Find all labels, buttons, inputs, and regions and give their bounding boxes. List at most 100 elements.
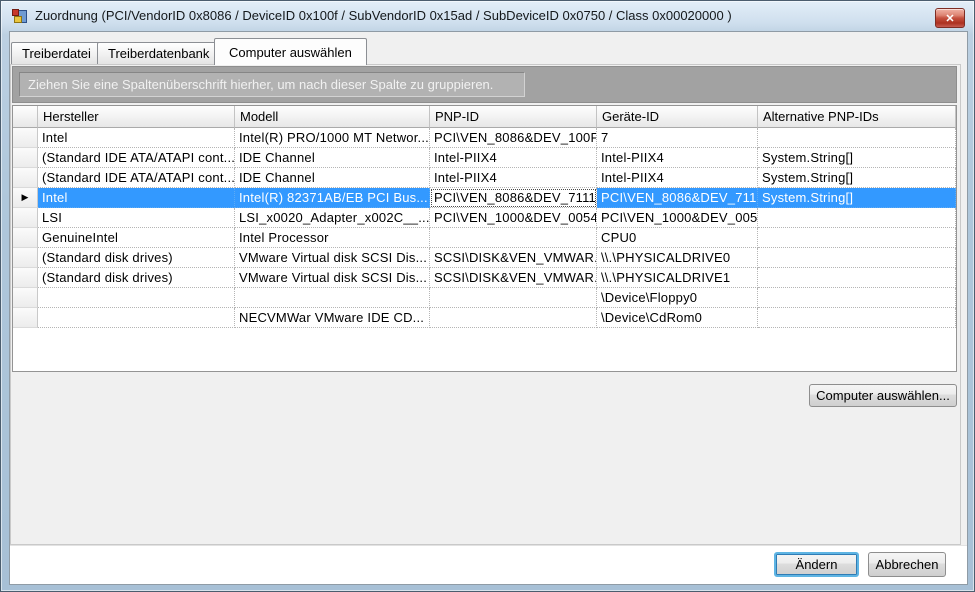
row-header-cell[interactable] (13, 208, 38, 228)
grid-cell[interactable]: Intel(R) PRO/1000 MT Networ... (235, 128, 430, 148)
grid-cell[interactable]: LSI (38, 208, 235, 228)
column-header-hersteller[interactable]: Hersteller (38, 106, 235, 128)
grid-cell[interactable]: GenuineIntel (38, 228, 235, 248)
grid-cell[interactable]: 7 (597, 128, 758, 148)
grid-cell[interactable] (38, 288, 235, 308)
row-header-cell[interactable] (13, 268, 38, 288)
grid-cell[interactable]: System.String[] (758, 188, 956, 208)
grid-cell[interactable] (38, 308, 235, 328)
row-header-cell[interactable] (13, 148, 38, 168)
grid-cell[interactable]: (Standard disk drives) (38, 248, 235, 268)
grid-cell[interactable]: VMware Virtual disk SCSI Dis... (235, 268, 430, 288)
dialog-client-area: Treiberdatei Treiberdatenbank Computer a… (9, 31, 968, 585)
grid-cell[interactable] (430, 308, 597, 328)
grid-cell[interactable]: PCI\VEN_1000&DEV_0054... (430, 208, 597, 228)
table-row[interactable]: (Standard disk drives)VMware Virtual dis… (13, 268, 956, 288)
mapping-dialog: Zuordnung (PCI/VendorID 0x8086 / DeviceI… (0, 0, 975, 592)
table-row[interactable]: (Standard disk drives)VMware Virtual dis… (13, 248, 956, 268)
title-bar[interactable]: Zuordnung (PCI/VendorID 0x8086 / DeviceI… (1, 1, 974, 31)
grid-cell[interactable]: (Standard disk drives) (38, 268, 235, 288)
grid-cell[interactable] (758, 248, 956, 268)
column-header-geraete-id[interactable]: Geräte-ID (597, 106, 758, 128)
table-row[interactable]: LSILSI_x0020_Adapter_x002C__...PCI\VEN_1… (13, 208, 956, 228)
grid-cell[interactable]: \Device\CdRom0 (597, 308, 758, 328)
grid-cell[interactable]: Intel Processor (235, 228, 430, 248)
window-title: Zuordnung (PCI/VendorID 0x8086 / DeviceI… (35, 8, 732, 23)
grid-cell[interactable]: \\.\PHYSICALDRIVE1 (597, 268, 758, 288)
column-header-modell[interactable]: Modell (235, 106, 430, 128)
grid-cell[interactable] (758, 308, 956, 328)
grid-cell[interactable]: Intel-PIIX4 (430, 168, 597, 188)
grid-cell[interactable] (758, 268, 956, 288)
grid-cell[interactable] (430, 288, 597, 308)
grid-cell[interactable]: IDE Channel (235, 168, 430, 188)
grid-cell[interactable]: Intel (38, 128, 235, 148)
grid-cell[interactable]: \\.\PHYSICALDRIVE0 (597, 248, 758, 268)
grid-cell[interactable]: System.String[] (758, 148, 956, 168)
app-icon (12, 8, 28, 24)
grid-cell[interactable] (758, 208, 956, 228)
grid-cell[interactable]: Intel (38, 188, 235, 208)
grid-cell[interactable] (430, 228, 597, 248)
grid-cell[interactable]: IDE Channel (235, 148, 430, 168)
column-header-pnp-id[interactable]: PNP-ID (430, 106, 597, 128)
device-grid[interactable]: Hersteller Modell PNP-ID Geräte-ID Alter… (12, 105, 957, 372)
table-row[interactable]: IntelIntel(R) PRO/1000 MT Networ...PCI\V… (13, 128, 956, 148)
table-row[interactable]: ▶IntelIntel(R) 82371AB/EB PCI Bus...PCI\… (13, 188, 956, 208)
grid-cell[interactable]: VMware Virtual disk SCSI Dis... (235, 248, 430, 268)
select-computer-button[interactable]: Computer auswählen... (809, 384, 957, 407)
tab-treiberdatenbank[interactable]: Treiberdatenbank (97, 42, 220, 64)
grid-cell[interactable]: NECVMWar VMware IDE CD... (235, 308, 430, 328)
table-row[interactable]: (Standard IDE ATA/ATAPI cont...IDE Chann… (13, 148, 956, 168)
row-header-cell[interactable] (13, 248, 38, 268)
grid-cell[interactable] (758, 228, 956, 248)
app-icon-red-pane (12, 9, 19, 16)
tab-treiberdatei[interactable]: Treiberdatei (11, 42, 102, 64)
tab-label: Treiberdatenbank (108, 46, 209, 61)
grid-cell[interactable]: SCSI\DISK&VEN_VMWAR... (430, 268, 597, 288)
grid-cell[interactable]: PCI\VEN_1000&DEV_005... (597, 208, 758, 228)
table-row[interactable]: GenuineIntelIntel Processor CPU0 (13, 228, 956, 248)
tab-computer-auswaehlen[interactable]: Computer auswählen (214, 38, 367, 65)
table-row[interactable]: NECVMWar VMware IDE CD... \Device\CdRom0 (13, 308, 956, 328)
device-grid-body: IntelIntel(R) PRO/1000 MT Networ...PCI\V… (13, 128, 956, 328)
grid-cell[interactable]: System.String[] (758, 168, 956, 188)
grid-cell[interactable]: PCI\VEN_8086&DEV_711... (597, 188, 758, 208)
column-header-alternative-pnp-ids[interactable]: Alternative PNP-IDs (758, 106, 956, 128)
close-icon: ✕ (945, 12, 954, 25)
grid-cell[interactable]: Intel-PIIX4 (430, 148, 597, 168)
grid-cell[interactable]: CPU0 (597, 228, 758, 248)
group-by-hint: Ziehen Sie eine Spaltenüberschrift hierh… (19, 72, 525, 97)
grid-cell[interactable]: Intel(R) 82371AB/EB PCI Bus... (235, 188, 430, 208)
grid-header-row: Hersteller Modell PNP-ID Geräte-ID Alter… (13, 106, 956, 128)
group-by-bar[interactable]: Ziehen Sie eine Spaltenüberschrift hierh… (12, 66, 957, 103)
close-button[interactable]: ✕ (935, 8, 965, 28)
grid-cell[interactable]: Intel-PIIX4 (597, 148, 758, 168)
grid-cell[interactable] (758, 128, 956, 148)
tab-label: Treiberdatei (22, 46, 91, 61)
grid-cell[interactable]: SCSI\DISK&VEN_VMWAR... (430, 248, 597, 268)
table-row[interactable]: \Device\Floppy0 (13, 288, 956, 308)
button-bar: Ändern Abbrechen (10, 545, 967, 584)
grid-cell[interactable]: PCI\VEN_8086&DEV_100F... (430, 128, 597, 148)
grid-cell[interactable] (235, 288, 430, 308)
row-header-cell[interactable] (13, 128, 38, 148)
grid-header-stub (13, 106, 38, 128)
grid-cell[interactable]: Intel-PIIX4 (597, 168, 758, 188)
current-row-arrow-icon: ▶ (22, 193, 29, 202)
row-header-cell[interactable] (13, 308, 38, 328)
row-header-cell[interactable] (13, 288, 38, 308)
grid-cell[interactable]: LSI_x0020_Adapter_x002C__... (235, 208, 430, 228)
grid-cell[interactable]: PCI\VEN_8086&DEV_7111... (430, 188, 597, 208)
grid-cell[interactable]: (Standard IDE ATA/ATAPI cont... (38, 168, 235, 188)
grid-cell[interactable]: (Standard IDE ATA/ATAPI cont... (38, 148, 235, 168)
row-header-cell[interactable] (13, 168, 38, 188)
app-icon-yellow-pane (14, 16, 22, 23)
change-button[interactable]: Ändern (774, 552, 859, 577)
cancel-button[interactable]: Abbrechen (868, 552, 946, 577)
grid-cell[interactable] (758, 288, 956, 308)
row-header-cell[interactable]: ▶ (13, 188, 38, 208)
table-row[interactable]: (Standard IDE ATA/ATAPI cont...IDE Chann… (13, 168, 956, 188)
grid-cell[interactable]: \Device\Floppy0 (597, 288, 758, 308)
row-header-cell[interactable] (13, 228, 38, 248)
